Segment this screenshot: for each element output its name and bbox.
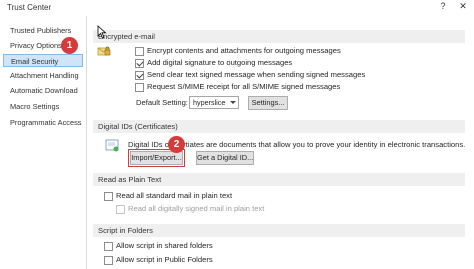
read-signed-plain-text-label: Read all digitally signed mail in plain … bbox=[128, 204, 265, 213]
default-setting-value: hyperslice bbox=[193, 98, 226, 107]
allow-script-shared-label: Allow script in shared folders bbox=[116, 241, 213, 250]
section-header-script-in-folders: Script in Folders bbox=[93, 224, 465, 237]
send-clear-text-label: Send clear text signed message when send… bbox=[147, 70, 366, 79]
request-smime-receipt-checkbox[interactable] bbox=[135, 83, 144, 92]
allow-script-public-checkbox[interactable] bbox=[104, 256, 113, 265]
settings-button[interactable]: Settings... bbox=[248, 96, 288, 110]
read-plain-text-checkbox[interactable] bbox=[104, 192, 113, 201]
add-digital-signature-label: Add digital signature to outgoing messag… bbox=[147, 58, 293, 67]
allow-script-public-label: Allow script in Public Folders bbox=[116, 255, 213, 264]
sidebar-item-automatic-download[interactable]: Automatic Download bbox=[3, 84, 83, 97]
get-digital-id-button[interactable]: Get a Digital ID... bbox=[196, 151, 254, 165]
close-button[interactable]: ✕ bbox=[456, 1, 470, 14]
request-smime-receipt-label: Request S/MIME receipt for all S/MIME si… bbox=[147, 82, 341, 91]
read-plain-text-label: Read all standard mail in plain text bbox=[116, 191, 233, 200]
sidebar-item-trusted-publishers[interactable]: Trusted Publishers bbox=[3, 24, 83, 37]
chevron-down-icon bbox=[230, 101, 236, 104]
sidebar-item-programmatic-access[interactable]: Programmatic Access bbox=[3, 116, 83, 129]
add-digital-signature-checkbox[interactable] bbox=[135, 59, 144, 68]
sidebar-item-email-security[interactable]: Email Security bbox=[3, 54, 83, 67]
sidebar: Trusted Publishers Privacy Options Email… bbox=[0, 16, 86, 269]
main-panel: Encrypted e-mail Encrypt contents and at… bbox=[87, 16, 474, 269]
title-bar: Trust Center ? ✕ bbox=[0, 0, 474, 16]
callout-badge-1: 1 bbox=[61, 37, 78, 54]
default-setting-label: Default Setting: bbox=[136, 98, 188, 107]
section-header-read-as-plain-text: Read as Plain Text bbox=[93, 173, 465, 186]
sidebar-item-macro-settings[interactable]: Macro Settings bbox=[3, 100, 83, 113]
help-button[interactable]: ? bbox=[436, 1, 450, 14]
certificate-icon bbox=[105, 139, 119, 152]
read-signed-plain-text-checkbox[interactable] bbox=[116, 205, 125, 214]
callout-badge-2: 2 bbox=[168, 136, 185, 153]
mouse-cursor-icon bbox=[97, 25, 107, 39]
encrypt-contents-checkbox[interactable] bbox=[135, 47, 144, 56]
section-header-encrypted-email: Encrypted e-mail bbox=[93, 30, 465, 43]
default-setting-select[interactable]: hyperslice bbox=[189, 96, 239, 109]
encrypt-contents-label: Encrypt contents and attachments for out… bbox=[147, 46, 341, 55]
section-header-digital-ids: Digital IDs (Certificates) bbox=[93, 120, 465, 133]
send-clear-text-checkbox[interactable] bbox=[135, 71, 144, 80]
allow-script-shared-checkbox[interactable] bbox=[104, 242, 113, 251]
window-title: Trust Center bbox=[7, 3, 52, 12]
sidebar-item-attachment-handling[interactable]: Attachment Handling bbox=[3, 69, 83, 82]
lock-envelope-icon bbox=[97, 46, 111, 56]
